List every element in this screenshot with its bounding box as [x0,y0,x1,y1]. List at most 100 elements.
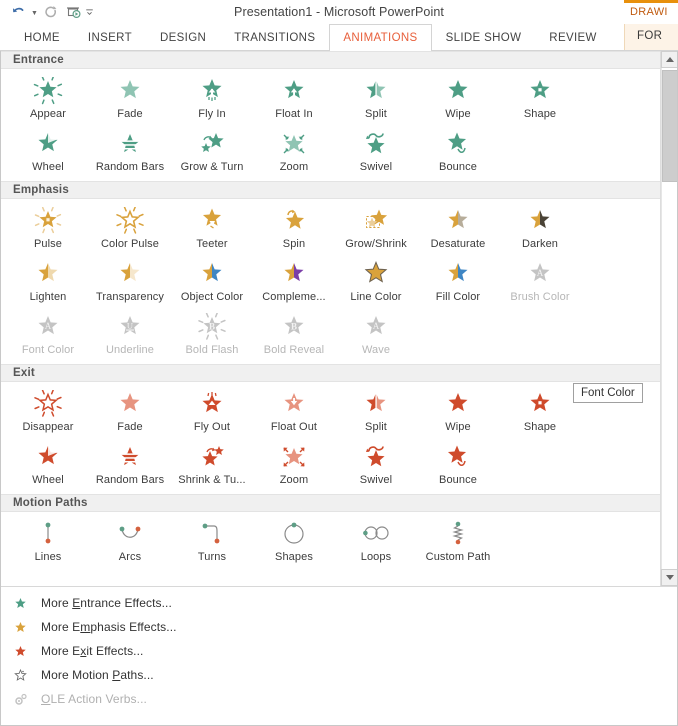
effect-label: Object Color [180,291,244,303]
star-font-color-icon: A [32,312,64,342]
star-fade-icon [114,76,146,106]
star-swivel-icon [360,129,392,159]
effect-lighten[interactable]: Lighten [7,256,89,309]
effect-label: Zoom [279,474,309,486]
tab-slide-show[interactable]: SLIDE SHOW [432,24,536,50]
effect-desaturate[interactable]: Desaturate [417,203,499,256]
path-line-icon [32,519,64,549]
tab-design[interactable]: DESIGN [146,24,220,50]
star-arrow-out-icon [196,389,228,419]
tooltip: Font Color [573,383,643,403]
star-bounce-icon [442,129,474,159]
effect-wheel[interactable]: Wheel [7,126,89,179]
menu-item-ole-action-verbs: OLE Action Verbs... [1,687,677,711]
effect-label: Wipe [445,421,471,433]
tab-review[interactable]: REVIEW [535,24,610,50]
effect-shape[interactable]: Shape [499,73,581,126]
menu-label-pre: More E [41,620,81,634]
effect-custom-path[interactable]: Custom Path [417,516,499,569]
effect-float-in[interactable]: Float In [253,73,335,126]
effect-spin[interactable]: Spin [253,203,335,256]
effect-transparency[interactable]: Transparency [89,256,171,309]
effect-fly-out[interactable]: Fly Out [171,386,253,439]
star-fill-color-icon [442,259,474,289]
effect-label: Desaturate [430,238,486,250]
effect-wipe[interactable]: Wipe [417,386,499,439]
effect-wipe[interactable]: Wipe [417,73,499,126]
effect-label: Bounce [439,161,477,173]
effect-fly-in[interactable]: Fly In [171,73,253,126]
star-line-color-icon [360,259,392,289]
effect-shape[interactable]: Shape [499,386,581,439]
path-turn-icon [196,519,228,549]
scroll-up-button[interactable] [661,51,677,68]
effect-arcs[interactable]: Arcs [89,516,171,569]
menu-item-more-exit-effects[interactable]: More Exit Effects... [1,639,677,663]
effect-shapes[interactable]: Shapes [253,516,335,569]
effect-wheel[interactable]: Wheel [7,439,89,492]
effect-fill-color[interactable]: Fill Color [417,256,499,309]
tab-animations[interactable]: ANIMATIONS [329,24,432,51]
svg-text:A: A [373,321,380,331]
menu-label-post: phasis Effects... [90,620,177,634]
effect-grow-turn[interactable]: Grow & Turn [171,126,253,179]
effect-swivel[interactable]: Swivel [335,439,417,492]
effect-loops[interactable]: Loops [335,516,417,569]
effect-label: Loops [360,551,392,563]
effect-random-bars[interactable]: Random Bars [89,126,171,179]
tab-insert[interactable]: INSERT [74,24,146,50]
effect-bounce[interactable]: Bounce [417,126,499,179]
effect-random-bars[interactable]: Random Bars [89,439,171,492]
scrollbar-track[interactable] [661,68,677,569]
effect-grid-motion-paths: Lines Arcs Turns Shapes Loops Custom Path [1,512,662,571]
menu-item-more-motion-paths[interactable]: More Motion Paths... [1,663,677,687]
tab-transitions[interactable]: TRANSITIONS [220,24,329,50]
tab-home[interactable]: HOME [10,24,74,50]
effect-bounce[interactable]: Bounce [417,439,499,492]
svg-text:B: B [209,322,215,332]
star-shape-icon [524,76,556,106]
effect-label: Fly Out [193,421,231,433]
star-desaturate-icon [442,206,474,236]
star-float-up-icon [278,76,310,106]
effect-fade[interactable]: Fade [89,386,171,439]
menu-item-more-emphasis-effects[interactable]: More Emphasis Effects... [1,615,677,639]
effect-color-pulse[interactable]: Color Pulse [89,203,171,256]
effect-appear[interactable]: Appear [7,73,89,126]
effect-compleme[interactable]: Compleme... [253,256,335,309]
scrollbar-thumb[interactable] [662,70,677,182]
effect-teeter[interactable]: Teeter [171,203,253,256]
effect-lines[interactable]: Lines [7,516,89,569]
effect-shrink-tu[interactable]: Shrink & Tu... [171,439,253,492]
effect-label: Disappear [22,421,74,433]
effect-line-color[interactable]: Line Color [335,256,417,309]
effect-split[interactable]: Split [335,386,417,439]
star-grow-shrink-icon [360,206,392,236]
effect-object-color[interactable]: Object Color [171,256,253,309]
star-darken-icon [524,206,556,236]
effect-disappear[interactable]: Disappear [7,386,89,439]
gallery-scrollbar[interactable] [660,51,677,586]
gallery-scroll-area: Entrance Appear Fade Fly In Float In Split Wip… [1,51,662,586]
effect-label: Grow & Turn [180,161,244,173]
effect-darken[interactable]: Darken [499,203,581,256]
svg-text:B: B [291,322,297,332]
effect-swivel[interactable]: Swivel [335,126,417,179]
effect-fade[interactable]: Fade [89,73,171,126]
effect-zoom[interactable]: Zoom [253,439,335,492]
star-transparency-icon [114,259,146,289]
effect-split[interactable]: Split [335,73,417,126]
effect-turns[interactable]: Turns [171,516,253,569]
effect-label: Font Color [21,344,75,356]
effect-grow-shrink[interactable]: Grow/Shrink [335,203,417,256]
effect-label: Transparency [95,291,165,303]
menu-item-more-entrance-effects[interactable]: More Entrance Effects... [1,591,677,615]
effect-label: Swivel [359,474,393,486]
tab-format-contextual[interactable]: FOR [624,24,678,50]
effect-pulse[interactable]: Pulse [7,203,89,256]
scroll-down-button[interactable] [661,569,677,586]
menu-label-post: ntrance Effects... [80,596,172,610]
effect-bold-flash: B Bold Flash [171,309,253,362]
effect-float-out[interactable]: Float Out [253,386,335,439]
effect-zoom[interactable]: Zoom [253,126,335,179]
